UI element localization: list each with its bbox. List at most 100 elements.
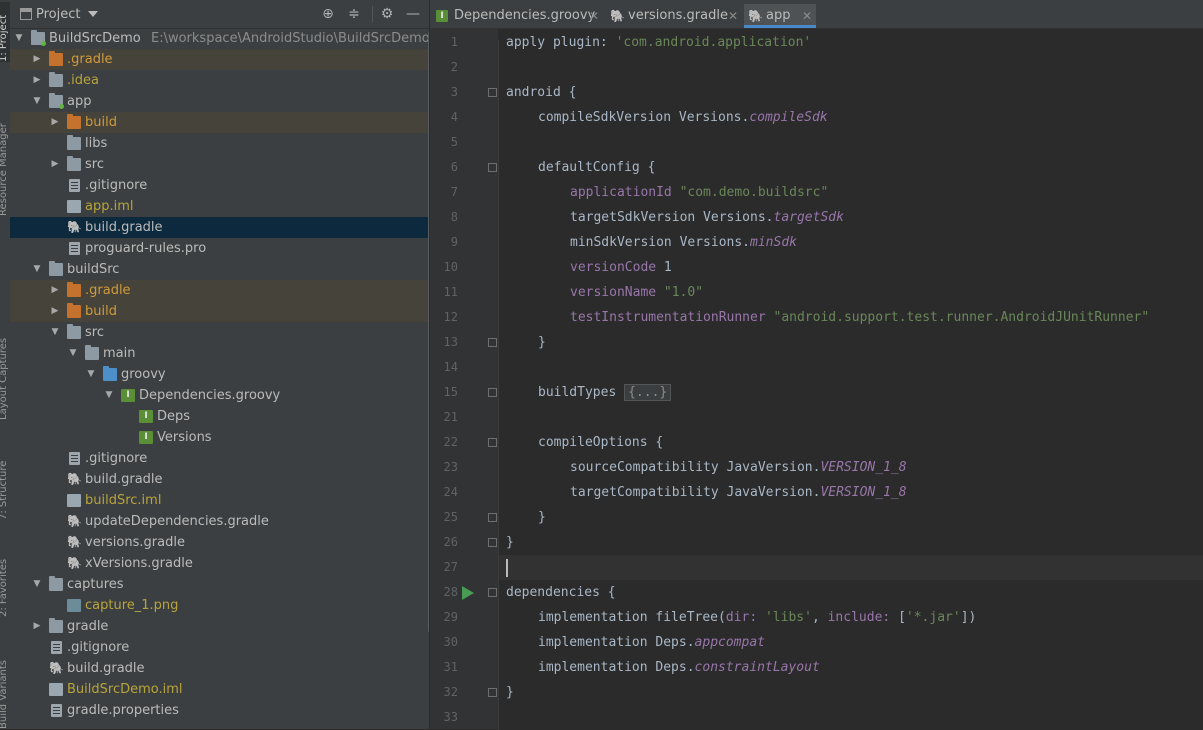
collapse-fold-icon[interactable] <box>488 538 497 547</box>
chevron-right-icon[interactable]: ▶ <box>50 154 60 175</box>
tree-item[interactable]: gradle.properties <box>10 700 429 721</box>
tree-item[interactable]: ▼ I Dependencies.groovy <box>10 385 429 406</box>
tree-item[interactable]: buildSrc.iml <box>10 490 429 511</box>
code-line[interactable]: buildTypes {...} <box>498 380 1203 405</box>
tree-item[interactable]: .gitignore <box>10 448 429 469</box>
collapse-fold-icon[interactable] <box>488 513 497 522</box>
tree-item[interactable]: ▶ gradle <box>10 616 429 637</box>
collapse-fold-icon[interactable] <box>488 588 497 597</box>
code-line[interactable]: } <box>498 530 1203 555</box>
tree-item[interactable]: libs <box>10 133 429 154</box>
tree-item[interactable]: 🐘 build.gradle <box>10 469 429 490</box>
chevron-right-icon[interactable]: ▶ <box>32 616 42 637</box>
code-line[interactable]: targetSdkVersion Versions.targetSdk <box>498 205 1203 230</box>
tree-item[interactable]: I Deps <box>10 406 429 427</box>
collapse-fold-icon[interactable] <box>488 88 497 97</box>
code-line[interactable]: testInstrumentationRunner "android.suppo… <box>498 305 1203 330</box>
code-line[interactable]: defaultConfig { <box>498 155 1203 180</box>
code-line[interactable] <box>498 405 1203 430</box>
chevron-right-icon[interactable]: ▶ <box>32 70 42 91</box>
code-line[interactable] <box>498 355 1203 380</box>
tree-item[interactable]: 🐘 versions.gradle <box>10 532 429 553</box>
tree-item[interactable]: .gitignore <box>10 175 429 196</box>
chevron-down-icon[interactable]: ▼ <box>32 574 42 595</box>
code-line[interactable]: } <box>498 680 1203 705</box>
line-number-gutter[interactable]: 1 2 3 4 5 6 7 8 9 10 11 12 13 14 15 21 22 23 24 25 26 27 28 29 3… <box>430 28 498 729</box>
collapse-fold-icon[interactable] <box>488 438 497 447</box>
chevron-down-icon[interactable]: ▼ <box>104 385 114 406</box>
code-line[interactable] <box>498 555 1203 580</box>
code-line[interactable]: implementation Deps.constraintLayout <box>498 655 1203 680</box>
tree-item[interactable]: 🐘 build.gradle <box>10 217 429 238</box>
locate-file-icon[interactable]: ⊕ <box>320 6 336 22</box>
chevron-right-icon[interactable]: ▶ <box>50 112 60 133</box>
minimize-icon[interactable]: — <box>405 6 421 22</box>
code-line[interactable]: implementation Deps.appcompat <box>498 630 1203 655</box>
code-line[interactable]: apply plugin: 'com.android.application' <box>498 30 1203 55</box>
collapse-fold-icon[interactable] <box>488 163 497 172</box>
code-line[interactable]: } <box>498 505 1203 530</box>
tree-item[interactable]: 🐘 updateDependencies.gradle <box>10 511 429 532</box>
chevron-right-icon[interactable]: ▶ <box>50 301 60 322</box>
tab-versions-gradle[interactable]: 🐘 versions.gradle ✕ <box>606 4 746 28</box>
collapse-all-icon[interactable]: ≑ <box>346 6 362 22</box>
code-line[interactable]: compileOptions { <box>498 430 1203 455</box>
close-icon[interactable]: ✕ <box>802 4 812 28</box>
gear-icon[interactable]: ⚙ <box>379 6 395 22</box>
chevron-down-icon[interactable]: ▼ <box>68 343 78 364</box>
tree-item[interactable]: ▶ .gradle <box>10 49 429 70</box>
chevron-right-icon[interactable]: ▶ <box>32 49 42 70</box>
code-editor[interactable]: apply plugin: 'com.android.application' a… <box>498 28 1203 729</box>
tab-dependencies-groovy[interactable]: I Dependencies.groovy ✕ <box>432 4 602 28</box>
chevron-down-icon[interactable]: ▼ <box>50 322 60 343</box>
code-line[interactable]: } <box>498 330 1203 355</box>
run-gutter-icon[interactable] <box>462 586 474 600</box>
tree-item[interactable]: ▼ captures <box>10 574 429 595</box>
tree-item[interactable]: I Versions <box>10 427 429 448</box>
chevron-down-icon[interactable] <box>88 11 98 17</box>
tree-item[interactable]: ▶ build <box>10 112 429 133</box>
code-line[interactable]: compileSdkVersion Versions.compileSdk <box>498 105 1203 130</box>
collapsed-code-block[interactable]: {...} <box>624 384 672 401</box>
project-view-selector[interactable]: Project <box>36 7 80 22</box>
code-line[interactable]: applicationId "com.demo.buildsrc" <box>498 180 1203 205</box>
tree-item[interactable]: ▼ BuildSrcDemo E:\workspace\AndroidStudio\… <box>10 28 429 49</box>
tree-item[interactable]: ▼ buildSrc <box>10 259 429 280</box>
tree-item[interactable]: ▼ groovy <box>10 364 429 385</box>
expand-fold-icon[interactable] <box>488 388 497 397</box>
collapse-fold-icon[interactable] <box>488 338 497 347</box>
tree-item[interactable]: capture_1.png <box>10 595 429 616</box>
chevron-down-icon[interactable]: ▼ <box>32 259 42 280</box>
tree-item[interactable]: BuildSrcDemo.iml <box>10 679 429 700</box>
chevron-right-icon[interactable]: ▶ <box>50 280 60 301</box>
tree-item[interactable]: ▼ src <box>10 322 429 343</box>
tree-item[interactable]: ▶ build <box>10 301 429 322</box>
chevron-down-icon[interactable]: ▼ <box>14 28 24 49</box>
code-line[interactable]: dependencies { <box>498 580 1203 605</box>
tree-item[interactable]: ▼ app <box>10 91 429 112</box>
tree-item[interactable]: ▶ .idea <box>10 70 429 91</box>
tree-item[interactable]: ▼ main <box>10 343 429 364</box>
chevron-down-icon[interactable]: ▼ <box>86 364 96 385</box>
tree-item[interactable]: ▶ .gradle <box>10 280 429 301</box>
chevron-down-icon[interactable]: ▼ <box>32 91 42 112</box>
code-line[interactable]: targetCompatibility JavaVersion.VERSION_… <box>498 480 1203 505</box>
code-line[interactable] <box>498 55 1203 80</box>
code-line[interactable]: versionName "1.0" <box>498 280 1203 305</box>
collapse-fold-icon[interactable] <box>488 688 497 697</box>
tree-item[interactable]: 🐘 build.gradle <box>10 658 429 679</box>
code-line[interactable]: implementation fileTree(dir: 'libs', inc… <box>498 605 1203 630</box>
code-line[interactable]: sourceCompatibility JavaVersion.VERSION_… <box>498 455 1203 480</box>
tab-app[interactable]: 🐘 app ✕ <box>744 4 816 28</box>
tree-item[interactable]: 🐘 xVersions.gradle <box>10 553 429 574</box>
close-icon[interactable]: ✕ <box>728 4 738 28</box>
tree-item[interactable]: ▶ src <box>10 154 429 175</box>
code-line[interactable] <box>498 130 1203 155</box>
code-line[interactable]: minSdkVersion Versions.minSdk <box>498 230 1203 255</box>
code-line[interactable] <box>498 705 1203 730</box>
close-icon[interactable]: ✕ <box>589 4 599 28</box>
code-line[interactable]: android { <box>498 80 1203 105</box>
code-line[interactable]: versionCode 1 <box>498 255 1203 280</box>
tree-item[interactable]: proguard-rules.pro <box>10 238 429 259</box>
tree-item[interactable]: app.iml <box>10 196 429 217</box>
